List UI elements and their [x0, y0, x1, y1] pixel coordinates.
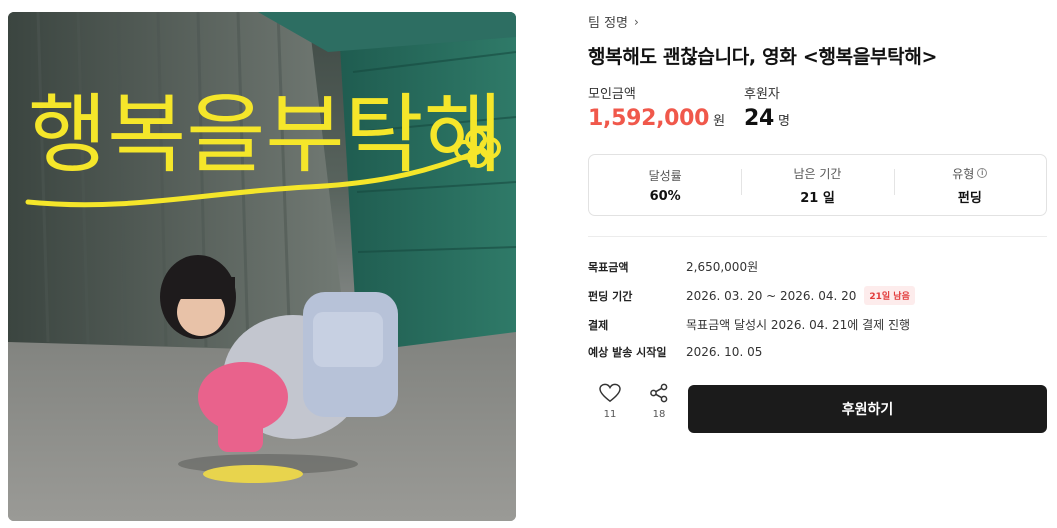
period-label: 펀딩 기간 — [588, 289, 633, 303]
detail-row-payment: 결제 목표금액 달성시 2026. 04. 21에 결제 진행 — [588, 316, 910, 333]
rate-value: 60% — [649, 188, 681, 204]
rate-label: 달성률 — [648, 168, 682, 183]
goal-value: 2,650,000원 — [686, 260, 759, 274]
summary-type: 유형 i 펀딩 — [893, 165, 1046, 206]
payment-label: 결제 — [588, 318, 609, 332]
like-button[interactable]: 11 — [590, 383, 630, 420]
backers-value: 24 명 — [744, 106, 790, 131]
project-poster-image: 행복을부탁해 — [8, 12, 516, 521]
back-project-button[interactable]: 후원하기 — [688, 385, 1047, 433]
type-label: 유형 — [952, 166, 975, 181]
like-count: 11 — [603, 409, 617, 420]
detail-row-period: 펀딩 기간 2026. 03. 20 ~ 2026. 04. 20 21일 남음 — [588, 286, 915, 305]
backers-unit: 명 — [778, 114, 790, 129]
summary-rate: 달성률 60% — [589, 167, 741, 204]
info-icon[interactable]: i — [977, 168, 988, 178]
team-link[interactable]: 팀 정명 › — [588, 12, 639, 32]
share-icon — [650, 383, 668, 403]
funding-summary-box: 달성률 60% 남은 기간 21 일 유형 i 펀딩 — [588, 154, 1047, 216]
period-value: 2026. 03. 20 ~ 2026. 04. 20 — [686, 288, 857, 303]
backers-label: 후원자 — [744, 87, 780, 102]
payment-value: 목표금액 달성시 2026. 04. 21에 결제 진행 — [686, 318, 911, 332]
amount-value: 1,592,000 원 — [588, 106, 725, 131]
backers-number: 24 — [744, 106, 775, 131]
amount-unit: 원 — [713, 114, 726, 129]
share-button[interactable]: 18 — [639, 383, 679, 420]
goal-label: 목표금액 — [588, 260, 629, 274]
detail-row-goal: 목표금액 2,650,000원 — [588, 258, 758, 275]
share-count: 18 — [652, 409, 666, 420]
delivery-value: 2026. 10. 05 — [686, 345, 763, 359]
poster-illustration: 행복을부탁해 — [8, 12, 516, 521]
chevron-right-icon: › — [634, 14, 639, 29]
remaining-label: 남은 기간 — [793, 166, 842, 181]
type-value: 펀딩 — [957, 190, 982, 206]
team-name: 팀 정명 — [588, 16, 629, 31]
summary-remaining: 남은 기간 21 일 — [741, 165, 893, 206]
remaining-value: 21 일 — [800, 190, 835, 206]
detail-row-delivery: 예상 발송 시작일 2026. 10. 05 — [588, 344, 762, 360]
section-divider — [588, 236, 1047, 237]
project-title: 행복해도 괜찮습니다, 영화 <행복을부탁해> — [588, 46, 938, 68]
delivery-label: 예상 발송 시작일 — [588, 346, 667, 359]
project-info-panel: 팀 정명 › 행복해도 괜찮습니다, 영화 <행복을부탁해> 모인금액 1,59… — [588, 0, 1048, 528]
amount-number: 1,592,000 — [588, 106, 710, 131]
poster-title-art: 행복을부탁해 — [28, 85, 503, 185]
amount-label: 모인금액 — [588, 87, 636, 102]
remaining-days-badge: 21일 남음 — [864, 286, 915, 305]
heart-icon — [599, 383, 621, 403]
